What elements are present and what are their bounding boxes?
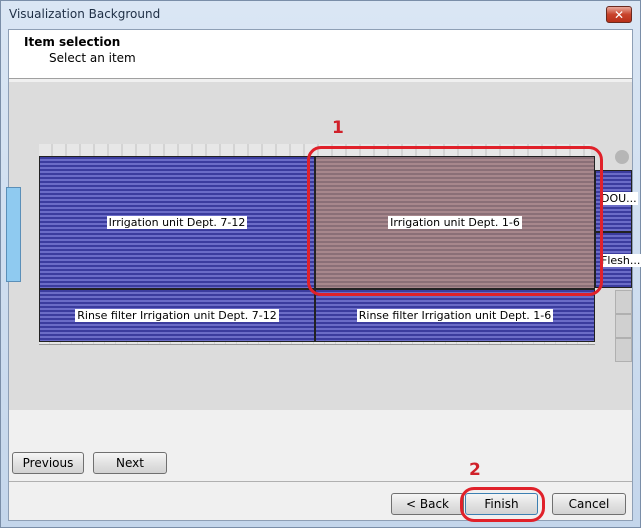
item-label: Rinse filter Irrigation unit Dept. 7-12 bbox=[75, 309, 279, 322]
left-panel-tab[interactable] bbox=[6, 187, 21, 282]
back-button[interactable]: < Back bbox=[391, 493, 464, 515]
cancel-button[interactable]: Cancel bbox=[552, 493, 626, 515]
close-button[interactable]: ✕ bbox=[606, 6, 632, 23]
side-item-label: Flesh... bbox=[600, 254, 641, 267]
item-rinse-filter-1-6[interactable]: Rinse filter Irrigation unit Dept. 1-6 bbox=[315, 289, 595, 342]
header-subtitle: Select an item bbox=[49, 51, 136, 65]
visualization-canvas: Irrigation unit Dept. 7-12 Irrigation un… bbox=[6, 82, 641, 410]
close-icon: ✕ bbox=[613, 7, 625, 22]
scroll-segment[interactable] bbox=[615, 314, 632, 338]
side-item-label: DOU... bbox=[600, 192, 638, 205]
item-label: Irrigation unit Dept. 7-12 bbox=[106, 216, 248, 229]
wizard-window: Visualization Background ✕ Item selectio… bbox=[0, 0, 641, 528]
next-button[interactable]: Next bbox=[93, 452, 167, 474]
item-rinse-filter-7-12[interactable]: Rinse filter Irrigation unit Dept. 7-12 bbox=[39, 289, 315, 342]
annotation-highlight-2 bbox=[460, 487, 545, 522]
title-bar: Visualization Background ✕ bbox=[1, 1, 640, 29]
annotation-number-2: 2 bbox=[469, 460, 481, 480]
item-irrigation-unit-7-12[interactable]: Irrigation unit Dept. 7-12 bbox=[39, 156, 315, 289]
footer-separator bbox=[9, 481, 632, 482]
wizard-header: Item selection Select an item bbox=[9, 30, 632, 79]
header-title: Item selection bbox=[24, 35, 121, 49]
annotation-number-1: 1 bbox=[332, 118, 344, 138]
scroll-segment[interactable] bbox=[615, 290, 632, 314]
annotation-highlight-1 bbox=[307, 146, 603, 296]
scroll-segment[interactable] bbox=[615, 338, 632, 362]
previous-button[interactable]: Previous bbox=[12, 452, 84, 474]
scroll-knob-icon[interactable] bbox=[615, 150, 629, 164]
wizard-client: Item selection Select an item Irrigation… bbox=[6, 29, 641, 522]
item-label: Rinse filter Irrigation unit Dept. 1-6 bbox=[356, 309, 554, 322]
window-title: Visualization Background bbox=[9, 7, 161, 21]
